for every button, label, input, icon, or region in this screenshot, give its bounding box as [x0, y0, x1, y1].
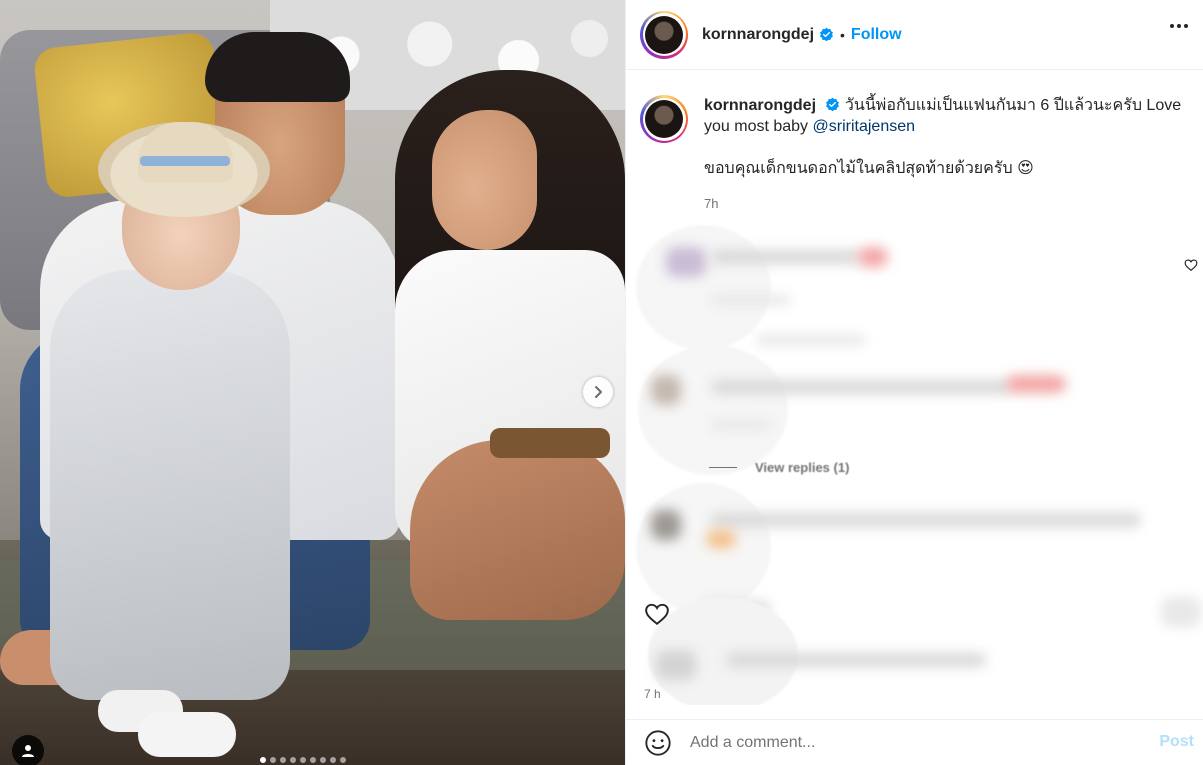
photo-man-hair: [205, 32, 350, 102]
emoji-icon[interactable]: [644, 729, 672, 757]
photo-woman-belt: [490, 428, 610, 458]
comment-like-heart-icon[interactable]: [1184, 258, 1198, 272]
photo-woman-face: [432, 110, 537, 250]
post-caption: kornnarongdej วันนี้พ่อกับแม่เป็นแฟนกันม…: [640, 95, 1200, 214]
blurred-comment-3: [636, 483, 771, 613]
carousel-dot: [330, 757, 336, 763]
post-timestamp[interactable]: 7h: [704, 193, 1196, 214]
carousel-dot: [270, 757, 276, 763]
post-media[interactable]: [0, 0, 625, 765]
user-tag-icon: [22, 745, 34, 757]
caption-second-line: ขอบคุณเด็กขนดอกไม้ในคลิปสุดท้ายด้วยครับ …: [704, 160, 1034, 177]
caption-username[interactable]: kornnarongdej: [704, 97, 816, 114]
carousel-dot: [280, 757, 286, 763]
caption-body: kornnarongdej วันนี้พ่อกับแม่เป็นแฟนกันม…: [704, 95, 1196, 214]
caption-author-avatar[interactable]: [640, 95, 688, 143]
photo-kid-body: [50, 270, 290, 700]
photo-kid-shoe-right: [138, 712, 236, 757]
carousel-dot: [300, 757, 306, 763]
verified-badge-icon: [819, 27, 834, 42]
tagged-users-button[interactable]: [12, 735, 44, 765]
next-arrow-icon: [595, 386, 602, 398]
comments-blurred-area: View replies (1) 7 h: [626, 225, 1203, 705]
blurred-comment-1: [636, 225, 771, 350]
next-slide-button[interactable]: [583, 377, 613, 407]
post-comment-button[interactable]: Post: [1159, 733, 1194, 751]
follow-button[interactable]: Follow: [851, 26, 902, 44]
carousel-dot: [290, 757, 296, 763]
view-replies-button[interactable]: View replies (1): [709, 460, 849, 475]
post-header: kornnarongdej • Follow: [626, 0, 1203, 70]
header-separator: •: [840, 26, 845, 43]
carousel-dot: [260, 757, 266, 763]
more-options-icon[interactable]: [1170, 24, 1188, 28]
comment-composer: Post: [626, 719, 1203, 765]
post-panel: kornnarongdej • Follow kornnarongdej วัน…: [625, 0, 1203, 765]
caption-mention-link[interactable]: @sriritajensen: [813, 118, 916, 135]
carousel-dot: [340, 757, 346, 763]
blurred-comment-2: [638, 345, 788, 475]
carousel-indicator: [260, 757, 346, 763]
photo-woman-legs: [410, 440, 625, 620]
photo-kid-hat-crown: [138, 122, 233, 182]
verified-badge-icon: [825, 97, 840, 112]
post-date-label[interactable]: 7 h: [644, 687, 661, 701]
photo-kid-hat-band: [140, 156, 230, 166]
carousel-dot: [320, 757, 326, 763]
carousel-dot: [310, 757, 316, 763]
author-avatar[interactable]: [640, 10, 688, 59]
author-username[interactable]: kornnarongdej: [702, 26, 814, 44]
heart-icon[interactable]: [644, 601, 670, 627]
comment-input[interactable]: [690, 733, 1130, 752]
